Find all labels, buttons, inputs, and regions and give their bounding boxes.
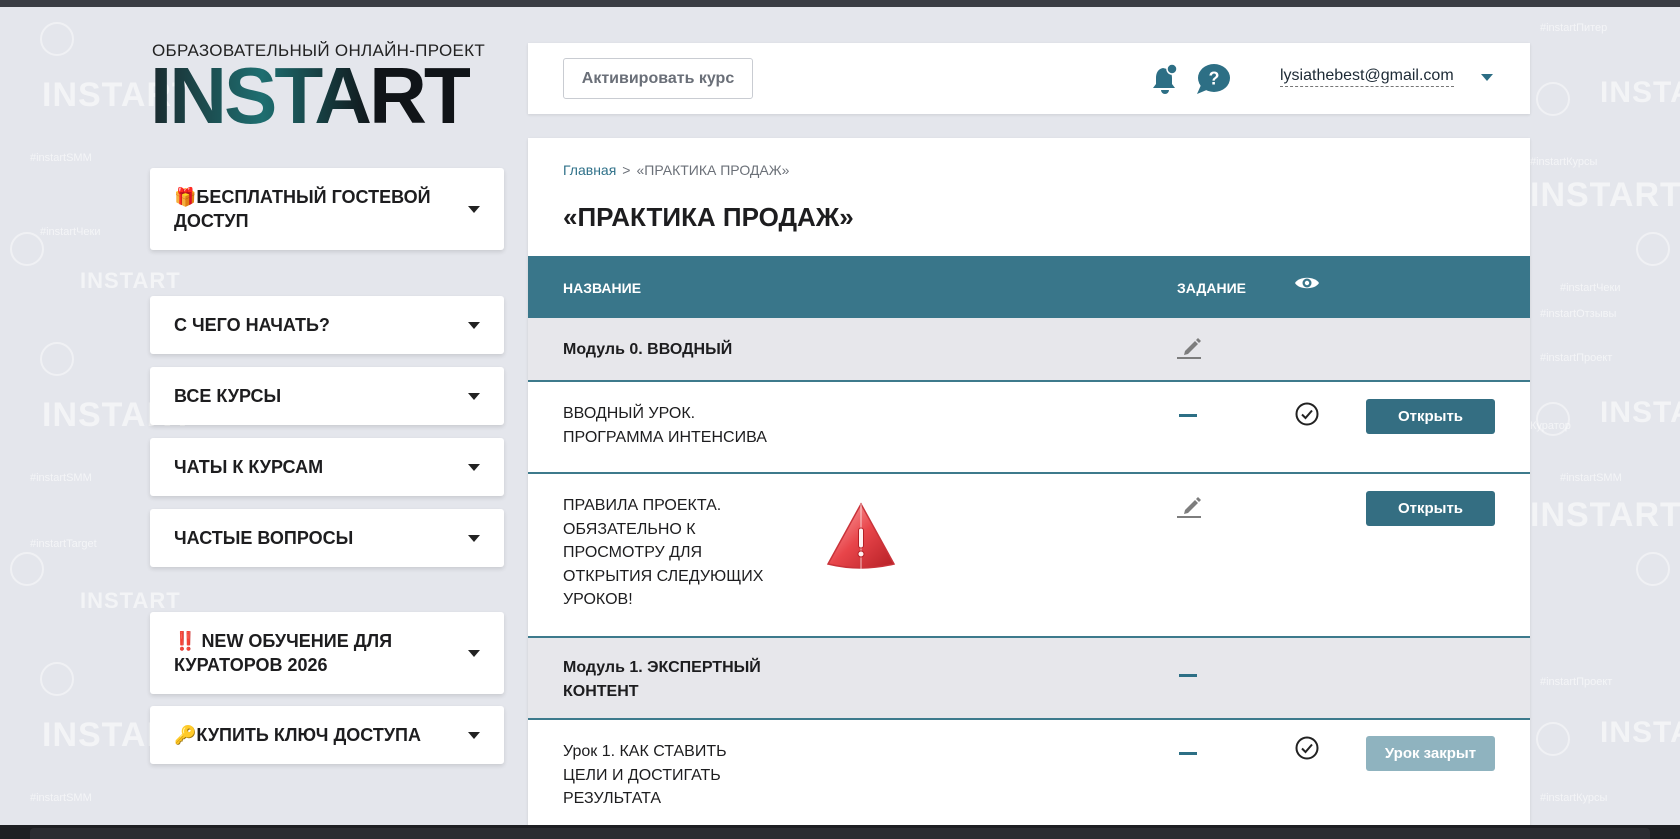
watermark-tag: #instartЧеки — [40, 226, 101, 238]
sidebar-item-free-guest-access[interactable]: 🎁БЕСПЛАТНЫЙ ГОСТЕВОЙ ДОСТУП — [150, 168, 504, 250]
watermark-logo: INSTART — [1600, 396, 1680, 429]
chevron-down-icon — [468, 393, 480, 400]
chevron-down-icon — [468, 464, 480, 471]
watermark-logo: INSTART — [80, 268, 181, 293]
sidebar-item-label: ЧАТЫ К КУРСАМ — [174, 457, 324, 477]
browser-bottom-strip — [0, 825, 1680, 839]
sidebar-item-all-courses[interactable]: ВСЕ КУРСЫ — [150, 367, 504, 425]
lessons-table-header: НАЗВАНИЕ ЗАДАНИЕ — [528, 256, 1530, 318]
clock-icon — [40, 662, 74, 696]
lesson-title: ПРАВИЛА ПРОЕКТА. ОБЯЗАТЕЛЬНО К ПРОСМОТРУ… — [563, 497, 764, 608]
watermark-tag: #instartПроект — [1540, 352, 1613, 364]
sidebar-item-course-chats[interactable]: ЧАТЫ К КУРСАМ — [150, 438, 504, 496]
no-task-dash — [1179, 674, 1197, 677]
table-row: ВВОДНЫЙ УРОК. ПРОГРАММА ИНТЕНСИВА Открыт… — [528, 382, 1530, 474]
lesson-title: Урок 1. КАК СТАВИТЬ ЦЕЛИ И ДОСТИГАТЬ РЕЗ… — [563, 743, 727, 807]
sidebar-item-label: ВСЕ КУРСЫ — [174, 386, 282, 406]
chevron-down-icon — [468, 650, 480, 657]
sidebar-item-label: ‼️ NEW ОБУЧЕНИЕ ДЛЯ КУРАТОРОВ 2026 — [174, 631, 393, 675]
watermark-logo: INSTART — [1530, 496, 1680, 534]
sidebar-item-label: 🎁БЕСПЛАТНЫЙ ГОСТЕВОЙ ДОСТУП — [174, 187, 431, 231]
watermark-logo: INSTART — [80, 588, 181, 613]
notification-bell-icon[interactable] — [1150, 63, 1180, 95]
clock-icon — [10, 232, 44, 266]
clock-icon — [1636, 552, 1670, 586]
clock-icon — [1636, 232, 1670, 266]
page-title: «ПРАКТИКА ПРОДАЖ» — [563, 202, 854, 232]
watermark-tag: #instartЧеки — [1560, 282, 1621, 294]
chevron-down-icon — [468, 732, 480, 739]
sidebar-item-label: ЧАСТЫЕ ВОПРОСЫ — [174, 528, 354, 548]
sidebar-item-curators-training[interactable]: ‼️ NEW ОБУЧЕНИЕ ДЛЯ КУРАТОРОВ 2026 — [150, 612, 504, 694]
sidebar-item-label: С ЧЕГО НАЧАТЬ? — [174, 315, 330, 335]
clock-icon — [1536, 82, 1570, 116]
top-header: Активировать курс ? lysiathebest@gmail.c… — [528, 43, 1530, 114]
watermark-tag: #instartКурсы — [1530, 156, 1598, 168]
clock-icon — [1536, 402, 1570, 436]
table-row: Урок 1. КАК СТАВИТЬ ЦЕЛИ И ДОСТИГАТЬ РЕЗ… — [528, 720, 1530, 828]
watermark-tag: #instartКурсы — [1540, 792, 1608, 804]
watermark-tag: #instartSMM — [30, 472, 92, 484]
watermark-logo: INSTART — [1530, 176, 1680, 214]
breadcrumb-home-link[interactable]: Главная — [563, 162, 616, 178]
table-row: Модуль 1. ЭКСПЕРТНЫЙ КОНТЕНТ — [528, 638, 1530, 720]
pencil-icon — [1177, 497, 1201, 518]
watermark-tag: #instartSMM — [1560, 472, 1622, 484]
help-chat-icon[interactable]: ? — [1195, 63, 1231, 95]
module-title: Модуль 1. ЭКСПЕРТНЫЙ КОНТЕНТ — [563, 659, 761, 700]
user-email-menu[interactable]: lysiathebest@gmail.com — [1280, 67, 1454, 87]
watermark-tag: #instartTarget — [30, 538, 97, 550]
chevron-down-icon — [468, 535, 480, 542]
watermark-tag: #instartОтзывы — [1540, 308, 1617, 320]
breadcrumb-current: «ПРАКТИКА ПРОДАЖ» — [636, 162, 790, 178]
chevron-down-icon — [468, 322, 480, 329]
clock-icon — [10, 552, 44, 586]
viewed-check-icon — [1295, 402, 1319, 426]
column-header-task: ЗАДАНИЕ — [1177, 280, 1246, 296]
lesson-title: ВВОДНЫЙ УРОК. ПРОГРАММА ИНТЕНСИВА — [563, 405, 767, 446]
course-content: Главная > «ПРАКТИКА ПРОДАЖ» «ПРАКТИКА ПРОД… — [528, 138, 1530, 828]
viewed-check-icon — [1295, 736, 1319, 760]
no-task-dash — [1179, 414, 1197, 417]
chevron-down-icon[interactable] — [1481, 74, 1493, 81]
watermark-logo: INSTART — [1600, 716, 1680, 749]
warning-icon — [826, 502, 896, 570]
activate-course-button[interactable]: Активировать курс — [563, 58, 753, 99]
open-lesson-button[interactable]: Открыть — [1366, 491, 1495, 526]
breadcrumb: Главная > «ПРАКТИКА ПРОДАЖ» — [563, 162, 789, 178]
lesson-locked-button[interactable]: Урок закрыт — [1366, 736, 1495, 771]
watermark-tag: #instartПроект — [1540, 676, 1613, 688]
svg-text:?: ? — [1209, 69, 1220, 89]
browser-top-strip — [0, 0, 1680, 7]
table-row: ПРАВИЛА ПРОЕКТА. ОБЯЗАТЕЛЬНО К ПРОСМОТРУ… — [528, 474, 1530, 638]
no-task-dash — [1179, 752, 1197, 755]
sidebar-item-buy-access-key[interactable]: 🔑КУПИТЬ КЛЮЧ ДОСТУПА — [150, 706, 504, 764]
key-icon: 🔑 — [174, 725, 197, 745]
sidebar-item-faq[interactable]: ЧАСТЫЕ ВОПРОСЫ — [150, 509, 504, 567]
breadcrumb-separator: > — [622, 162, 631, 178]
table-row: Модуль 0. ВВОДНЫЙ — [528, 318, 1530, 382]
column-header-name: НАЗВАНИЕ — [563, 280, 642, 296]
clock-icon — [40, 342, 74, 376]
sidebar-item-getting-started[interactable]: С ЧЕГО НАЧАТЬ? — [150, 296, 504, 354]
open-lesson-button[interactable]: Открыть — [1366, 399, 1495, 434]
double-exclamation-icon: ‼️ — [174, 631, 197, 651]
watermark-logo: INSTART — [1600, 76, 1680, 109]
watermark-tag: #instartПитер — [1540, 22, 1608, 34]
gift-icon: 🎁 — [174, 187, 197, 207]
chevron-down-icon — [468, 206, 480, 213]
instart-logo[interactable]: INSTART — [150, 56, 473, 136]
watermark-tag: #instartSMM — [30, 792, 92, 804]
clock-icon — [1536, 722, 1570, 756]
sidebar-item-label: 🔑КУПИТЬ КЛЮЧ ДОСТУПА — [174, 725, 421, 745]
pencil-icon — [1177, 338, 1201, 359]
watermark-tag: #instartSMM — [30, 152, 92, 164]
eye-icon — [1295, 277, 1319, 289]
module-title: Модуль 0. ВВОДНЫЙ — [563, 341, 733, 358]
clock-icon — [40, 22, 74, 56]
